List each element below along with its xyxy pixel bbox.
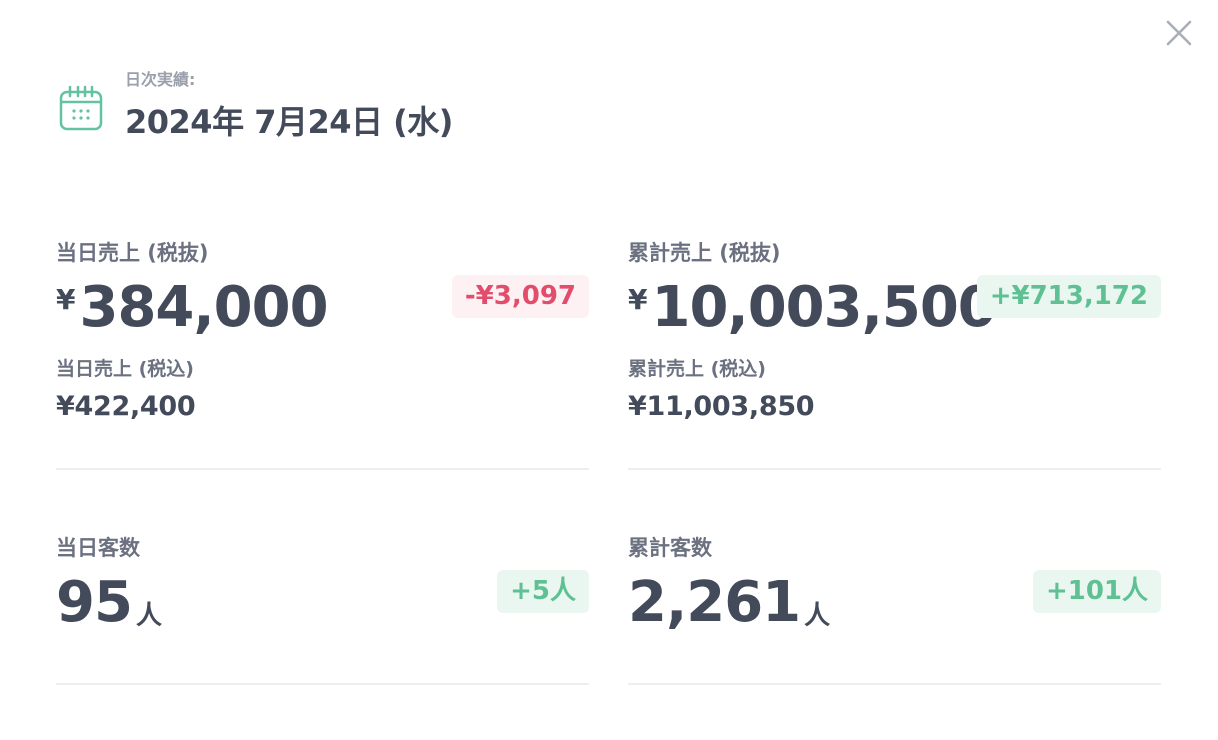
daily-sales-card: 当日売上 (税抜) ¥384,000 -¥3,097 当日売上 (税込) ¥42… <box>56 238 589 470</box>
customers-unit: 人 <box>135 601 162 631</box>
currency-symbol: ¥ <box>56 283 76 316</box>
customers-unit: 人 <box>804 601 831 631</box>
close-icon[interactable] <box>1163 17 1195 49</box>
daily-sales-tax-value: ¥422,400 <box>56 391 196 422</box>
daily-customers-value: 95 <box>56 570 133 635</box>
cumulative-sales-label: 累計売上 (税抜) <box>628 241 781 265</box>
daily-sales-value: 384,000 <box>79 275 328 340</box>
cumulative-sales-value: 10,003,500 <box>651 275 996 340</box>
daily-customers-label: 当日客数 <box>56 536 140 560</box>
calendar-icon <box>59 85 103 131</box>
currency-symbol: ¥ <box>628 283 648 316</box>
cumulative-sales-diff-badge: +¥713,172 <box>976 275 1161 318</box>
daily-sales-diff-badge: -¥3,097 <box>451 275 589 318</box>
cumulative-sales-tax-label: 累計売上 (税込) <box>628 358 766 380</box>
modal-header: 日次実績: 2024年 7月24日 (水) <box>58 70 453 144</box>
cumulative-customers-card: 累計客数 2,261 人 +101人 <box>628 533 1161 685</box>
daily-customers-card: 当日客数 95 人 +5人 <box>56 533 589 685</box>
cumulative-customers-value: 2,261 <box>628 570 801 635</box>
header-label: 日次実績: <box>125 70 196 89</box>
cumulative-customers-label: 累計客数 <box>628 536 712 560</box>
cumulative-customers-diff-badge: +101人 <box>1032 570 1161 613</box>
daily-customers-diff-badge: +5人 <box>497 570 589 613</box>
cumulative-sales-tax-value: ¥11,003,850 <box>628 391 815 422</box>
daily-sales-tax-label: 当日売上 (税込) <box>56 358 194 380</box>
daily-results-modal: 日次実績: 2024年 7月24日 (水) 当日売上 (税抜) ¥384,000… <box>0 0 1218 740</box>
daily-sales-label: 当日売上 (税抜) <box>56 241 209 265</box>
report-date: 2024年 7月24日 (水) <box>125 103 453 141</box>
cumulative-sales-card: 累計売上 (税抜) ¥10,003,500 +¥713,172 累計売上 (税込… <box>628 238 1161 470</box>
